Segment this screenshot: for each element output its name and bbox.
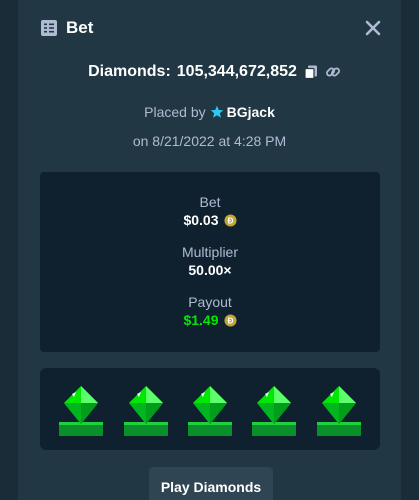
multiplier-label: Multiplier bbox=[181, 244, 238, 260]
bet-label: Bet bbox=[199, 194, 221, 210]
copy-icon[interactable] bbox=[303, 64, 319, 80]
dogecoin-icon: Đ bbox=[223, 213, 237, 227]
bet-value: $0.03 bbox=[183, 212, 219, 228]
green-gem-icon bbox=[252, 386, 296, 436]
modal-title: Bet bbox=[66, 18, 94, 37]
diamonds-result-row bbox=[40, 368, 380, 450]
multiplier-value: 50.00× bbox=[188, 262, 232, 278]
svg-text:Đ: Đ bbox=[227, 215, 233, 225]
svg-text:Đ: Đ bbox=[227, 315, 233, 325]
bet-stat: Bet $0.03 Đ bbox=[40, 193, 380, 230]
link-icon[interactable] bbox=[325, 64, 341, 80]
green-gem-icon bbox=[188, 386, 232, 436]
game-name-label: Diamonds: bbox=[88, 63, 171, 80]
close-icon[interactable] bbox=[363, 18, 383, 38]
game-bet-id-line: Diamonds: 105,344,672,852 bbox=[18, 61, 401, 83]
green-gem-icon bbox=[59, 386, 103, 436]
bet-stats-panel: Bet $0.03 Đ Multiplier 50.00× Payout $1.… bbox=[40, 172, 380, 352]
payout-stat: Payout $1.49 Đ bbox=[40, 293, 380, 330]
bet-modal: Bet Diamonds: 105,344,672,852 Placed by … bbox=[18, 0, 401, 500]
payout-value: $1.49 bbox=[183, 312, 219, 328]
multiplier-stat: Multiplier 50.00× bbox=[40, 243, 380, 280]
bet-date: on 8/21/2022 at 4:28 PM bbox=[132, 133, 287, 149]
green-gem-icon bbox=[317, 386, 361, 436]
green-gem-icon bbox=[124, 386, 168, 436]
username-link[interactable]: BGjack bbox=[227, 104, 275, 120]
dogecoin-icon: Đ bbox=[223, 313, 237, 327]
play-diamonds-button[interactable]: Play Diamonds bbox=[149, 467, 273, 500]
placed-by-line: Placed by BGjack bbox=[18, 102, 401, 122]
payout-value-row: $1.49 Đ bbox=[183, 311, 237, 329]
bet-value-row: $0.03 Đ bbox=[183, 211, 237, 229]
bet-slip-icon bbox=[41, 20, 57, 36]
bet-id: 105,344,672,852 bbox=[176, 63, 297, 80]
payout-label: Payout bbox=[188, 294, 232, 310]
modal-header: Bet bbox=[18, 0, 401, 56]
star-icon bbox=[210, 105, 223, 118]
placed-by-label: Placed by bbox=[144, 104, 206, 120]
